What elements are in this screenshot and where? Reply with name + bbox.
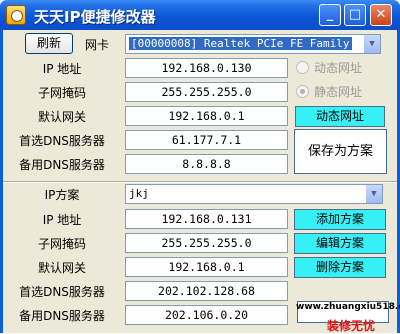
nic-select[interactable]: [00000008] Realtek PCIe FE Family ▼ bbox=[125, 34, 381, 54]
maximize-button[interactable]: □ bbox=[344, 4, 366, 26]
window-title: 天天IP便捷修改器 bbox=[34, 8, 156, 26]
gateway-label: 默认网关 bbox=[37, 110, 86, 124]
dns1-field[interactable]: 61.177.7.1 bbox=[125, 130, 288, 150]
dynamic-radio-label: 动态网址 bbox=[314, 61, 363, 75]
dns2-label: 备用DNS服务器 bbox=[19, 158, 105, 172]
static-radio[interactable] bbox=[296, 85, 309, 98]
client-area: 刷新 网卡 [00000008] Realtek PCIe FE Family … bbox=[3, 30, 400, 333]
scheme-label: IP方案 bbox=[44, 188, 80, 202]
minimize-button[interactable]: _ bbox=[319, 4, 341, 26]
scheme-mask-field[interactable]: 255.255.255.0 bbox=[125, 233, 288, 253]
ip-field[interactable]: 192.168.0.130 bbox=[125, 58, 288, 78]
dynamic-radio[interactable] bbox=[296, 61, 309, 74]
scheme-gateway-field[interactable]: 192.168.0.1 bbox=[125, 257, 288, 277]
mask-label: 子网掩码 bbox=[37, 86, 86, 100]
scheme-select[interactable]: jkj ▼ bbox=[125, 184, 383, 204]
chevron-down-icon[interactable]: ▼ bbox=[363, 35, 380, 53]
mask-field[interactable]: 255.255.255.0 bbox=[125, 82, 288, 102]
ip-label: IP 地址 bbox=[42, 62, 82, 76]
app-window: 天天IP便捷修改器 _ □ ✕ 刷新 网卡 [00000008] Realtek… bbox=[0, 0, 400, 333]
save-scheme-button[interactable]: 保存为方案 bbox=[294, 129, 387, 174]
scheme-gateway-label: 默认网关 bbox=[37, 261, 86, 275]
dynamic-address-button[interactable]: 动态网址 bbox=[295, 106, 385, 127]
scheme-ip-label: IP 地址 bbox=[42, 213, 82, 227]
refresh-button[interactable]: 刷新 bbox=[25, 33, 73, 54]
nic-label: 网卡 bbox=[84, 38, 109, 52]
scheme-dns2-label: 备用DNS服务器 bbox=[19, 309, 105, 323]
static-radio-label: 静态网址 bbox=[314, 85, 363, 99]
nic-select-value: [00000008] Realtek PCIe FE Family bbox=[129, 37, 352, 50]
scheme-ip-field[interactable]: 192.168.0.131 bbox=[125, 209, 288, 229]
title-bar[interactable]: 天天IP便捷修改器 _ □ ✕ bbox=[0, 0, 400, 30]
delete-scheme-button[interactable]: 删除方案 bbox=[294, 257, 386, 278]
scheme-select-value: jkj bbox=[129, 187, 149, 200]
scheme-mask-label: 子网掩码 bbox=[37, 237, 86, 251]
close-button[interactable]: ✕ bbox=[370, 4, 392, 26]
watermark-text: 装修无忧 bbox=[326, 319, 375, 333]
add-scheme-button[interactable]: 添加方案 bbox=[294, 209, 386, 230]
watermark-url: www.zhuangxiu518.com bbox=[296, 302, 400, 312]
chevron-down-icon[interactable]: ▼ bbox=[365, 185, 382, 203]
edit-scheme-button[interactable]: 编辑方案 bbox=[294, 233, 386, 254]
gateway-field[interactable]: 192.168.0.1 bbox=[125, 106, 288, 126]
divider bbox=[3, 181, 397, 183]
dns1-label: 首选DNS服务器 bbox=[19, 134, 105, 148]
scheme-dns2-field[interactable]: 202.106.0.20 bbox=[125, 305, 288, 325]
scheme-dns1-label: 首选DNS服务器 bbox=[19, 285, 105, 299]
dns2-field[interactable]: 8.8.8.8 bbox=[125, 154, 288, 174]
scheme-dns1-field[interactable]: 202.102.128.68 bbox=[125, 281, 288, 301]
app-icon bbox=[6, 5, 26, 25]
